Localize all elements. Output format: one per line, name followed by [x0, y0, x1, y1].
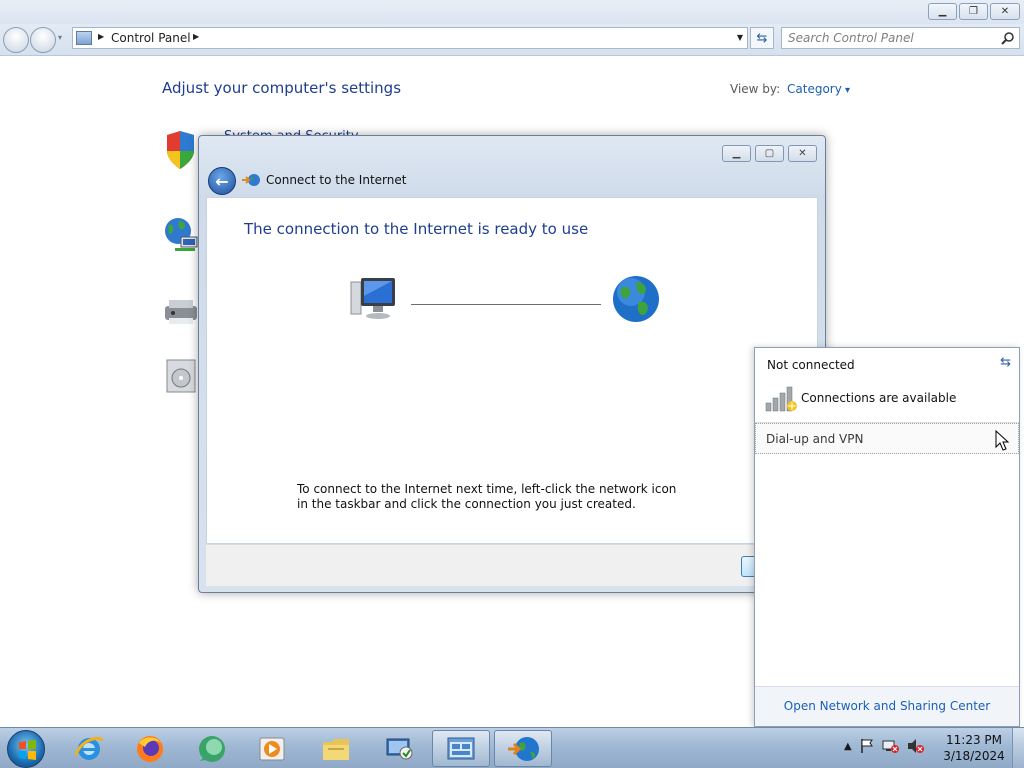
network-connection-icon	[242, 174, 260, 186]
maximize-icon: ▢	[764, 148, 775, 159]
open-network-sharing-link[interactable]: Open Network and Sharing Center	[755, 699, 1019, 713]
computer-icon	[350, 278, 395, 319]
taskbar: ▲ 11:23 PM 3/18/2024	[0, 727, 1024, 768]
wizard-back-button[interactable]: ←	[208, 167, 236, 195]
close-icon: ✕	[1000, 6, 1010, 17]
internet-explorer-icon	[74, 736, 104, 760]
back-button[interactable]	[3, 27, 29, 53]
show-hidden-icons-icon[interactable]: ▲	[844, 741, 852, 752]
wizard-minimize-button[interactable]: ▁	[722, 145, 751, 162]
page-title: Adjust your computer's settings	[162, 79, 402, 97]
refresh-button[interactable]: ⇆	[750, 27, 774, 49]
taskbar-media-player[interactable]	[243, 730, 301, 767]
wizard-footer	[206, 544, 818, 586]
clock-time: 11:23 PM	[946, 733, 1002, 747]
window-controls: ▁ ❐ ✕	[928, 3, 1020, 20]
navigation-bar: ▾ ▶ Control Panel ▶ ▼ ⇆	[0, 24, 1024, 56]
network-flyout: Not connected ⇆ Connections are availabl…	[754, 347, 1020, 727]
forward-button[interactable]	[30, 27, 56, 53]
taskbar-file-explorer[interactable]	[307, 730, 365, 767]
wizard-maximize-button[interactable]: ▢	[755, 145, 784, 162]
clock-date: 3/18/2024	[943, 749, 1005, 763]
wizard-title: Connect to the Internet	[266, 173, 407, 187]
taskbar-clock[interactable]: 11:23 PM 3/18/2024	[935, 732, 1013, 764]
restore-icon: ❐	[969, 6, 978, 17]
connect-internet-wizard: ▁ ▢ ✕ ← Connect to the Internet The conn…	[198, 135, 826, 593]
close-icon: ✕	[798, 148, 807, 159]
address-dropdown-icon[interactable]: ▼	[737, 33, 743, 42]
taskbar-control-panel[interactable]	[432, 730, 490, 767]
connection-status: Not connected	[767, 358, 855, 372]
breadcrumb-control-panel[interactable]: Control Panel	[111, 31, 191, 45]
network-status-icon[interactable]	[882, 738, 900, 754]
network-wizard-icon	[508, 736, 539, 761]
media-player-icon	[259, 737, 285, 760]
search-icon[interactable]	[1001, 31, 1015, 45]
dialup-vpn-label: Dial-up and VPN	[766, 432, 864, 446]
wizard-content: The connection to the Internet is ready …	[206, 197, 818, 544]
taskbar-chat-app[interactable]	[183, 730, 241, 767]
dialup-vpn-item[interactable]: Dial-up and VPN	[755, 423, 1019, 454]
remote-desktop-icon	[386, 738, 413, 759]
hardware-sound-icon[interactable]	[163, 292, 199, 332]
view-by-dropdown[interactable]: Category	[787, 82, 850, 96]
refresh-networks-icon[interactable]: ⇆	[1000, 355, 1011, 370]
close-button[interactable]: ✕	[990, 3, 1020, 20]
refresh-icon: ⇆	[756, 30, 768, 46]
system-tray: ▲	[844, 738, 925, 754]
taskbar-remote-desktop[interactable]	[370, 730, 428, 767]
programs-icon[interactable]	[165, 356, 201, 396]
windows-logo-icon	[19, 740, 36, 760]
flyout-footer: Open Network and Sharing Center	[755, 686, 1019, 726]
wizard-heading: The connection to the Internet is ready …	[244, 220, 589, 238]
action-center-flag-icon[interactable]	[859, 738, 875, 754]
taskbar-firefox[interactable]	[121, 730, 179, 767]
wizard-instructions: To connect to the Internet next time, le…	[297, 482, 677, 511]
connections-available-text: Connections are available	[801, 391, 957, 405]
view-by-label: View by:	[730, 82, 781, 96]
security-shield-icon[interactable]	[164, 131, 200, 171]
signal-bars-icon	[765, 386, 797, 412]
volume-muted-icon[interactable]	[907, 738, 925, 754]
globe-icon	[613, 276, 659, 322]
taskbar-network-wizard[interactable]	[494, 730, 552, 767]
minimize-button[interactable]: ▁	[928, 3, 957, 20]
breadcrumb-arrow-icon[interactable]: ▶	[193, 32, 199, 41]
wizard-window-controls: ▁ ▢ ✕	[722, 145, 817, 162]
search-input[interactable]	[788, 30, 998, 46]
breadcrumb-arrow-icon[interactable]: ▶	[98, 32, 104, 41]
network-internet-icon[interactable]	[163, 215, 199, 255]
firefox-icon	[137, 735, 163, 762]
chat-icon	[199, 735, 225, 762]
start-button[interactable]	[7, 730, 45, 768]
taskbar-internet-explorer[interactable]	[60, 730, 118, 767]
file-explorer-icon	[323, 738, 349, 760]
control-panel-icon	[447, 737, 475, 759]
window-titlebar: ▁ ❐ ✕	[0, 0, 1024, 24]
connection-line	[411, 304, 601, 305]
minimize-icon: ▁	[732, 148, 741, 159]
show-desktop-button[interactable]	[1012, 728, 1024, 768]
mouse-cursor-icon	[995, 430, 1010, 451]
wizard-close-button[interactable]: ✕	[788, 145, 817, 162]
control-panel-icon	[76, 31, 92, 45]
back-arrow-icon: ←	[215, 171, 229, 191]
address-bar[interactable]: ▶ Control Panel ▶ ▼	[72, 27, 748, 49]
recent-pages-dropdown[interactable]: ▾	[58, 33, 62, 42]
minimize-icon: ▁	[938, 6, 947, 17]
maximize-button[interactable]: ❐	[959, 3, 988, 20]
search-box[interactable]	[781, 27, 1020, 49]
